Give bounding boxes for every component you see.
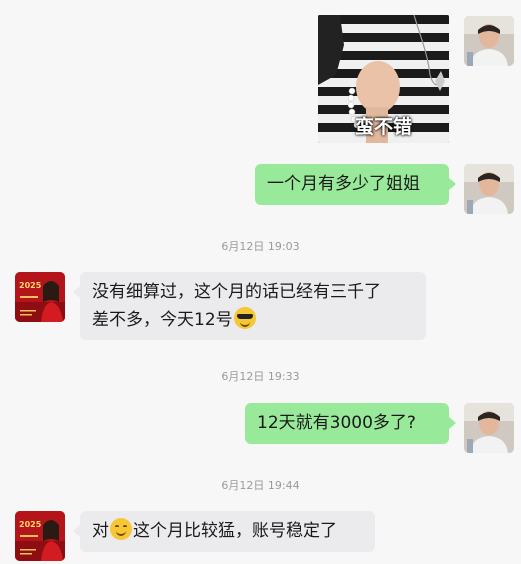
my-avatar-photo <box>464 16 514 66</box>
my-message-bubble[interactable]: 一个月有多少了姐姐 <box>255 164 449 205</box>
contact-message-bubble[interactable]: 没有细算过，这个月的话已经有三千了 差不多，今天12号 <box>80 272 426 340</box>
contact-avatar-photo <box>15 272 65 322</box>
sunglasses-emoji-icon <box>233 307 256 329</box>
message-text: 差不多，今天12号 <box>92 310 233 330</box>
bubble-tail <box>73 525 80 537</box>
sticker-image[interactable]: 蛮不错 <box>318 15 449 143</box>
message-text-line-1: 没有细算过，这个月的话已经有三千了 <box>92 282 381 302</box>
my-avatar[interactable] <box>464 164 514 214</box>
avatar-badge-text: 2025 <box>19 520 42 529</box>
bubble-tail <box>449 178 456 190</box>
timestamp: 6月12日 19:44 <box>221 479 300 492</box>
my-avatar[interactable] <box>464 16 514 66</box>
bubble-tail <box>449 417 456 429</box>
sticker-caption: 蛮不错 <box>354 116 412 138</box>
my-message-bubble[interactable]: 12天就有3000多了? <box>245 403 449 444</box>
message-text-line-2: 差不多，今天12号 <box>92 306 414 334</box>
message-text: 对 <box>92 521 109 541</box>
timestamp: 6月12日 19:03 <box>221 240 300 253</box>
contact-avatar-photo <box>15 511 65 561</box>
message-text: 一个月有多少了姐姐 <box>267 174 420 194</box>
my-avatar-photo <box>464 403 514 453</box>
contact-message-bubble[interactable]: 对 这个月比较猛，账号稳定了 <box>80 511 375 552</box>
contact-avatar[interactable]: 2025 <box>15 511 65 561</box>
avatar-badge-text: 2025 <box>19 281 42 290</box>
contact-avatar[interactable]: 2025 <box>15 272 65 322</box>
my-avatar-photo <box>464 164 514 214</box>
bubble-tail <box>73 286 80 298</box>
smile-emoji-icon <box>110 518 132 540</box>
timestamp: 6月12日 19:33 <box>221 370 300 383</box>
my-avatar[interactable] <box>464 403 514 453</box>
message-text: 这个月比较猛，账号稳定了 <box>133 521 337 541</box>
message-text: 12天就有3000多了? <box>257 413 416 433</box>
